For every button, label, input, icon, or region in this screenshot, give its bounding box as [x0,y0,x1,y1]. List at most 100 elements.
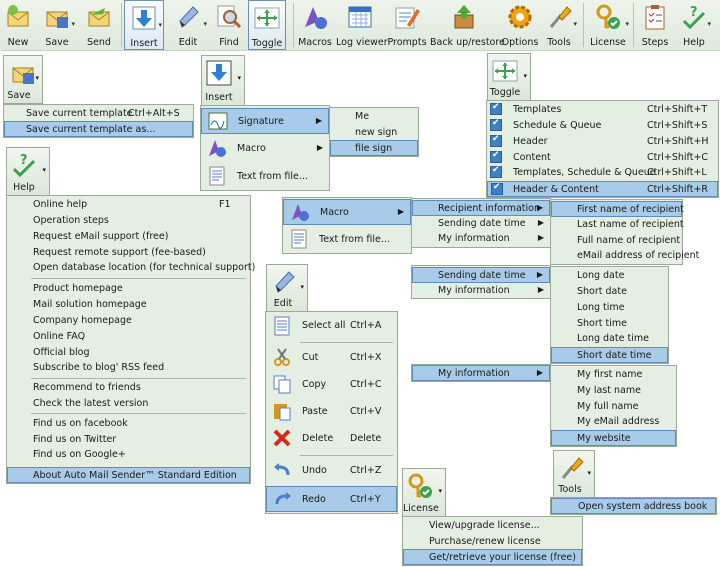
find-button[interactable]: Find [210,0,248,50]
menu-item-product-homepage[interactable]: Product homepage [7,281,250,297]
menu-item-short-time[interactable]: Short time [551,316,668,332]
save-button[interactable]: Save ▾ [38,0,76,50]
menu-item-check-version[interactable]: Check the latest version [7,396,250,412]
prompts-button[interactable]: Prompts [386,0,428,50]
menu-item-text-from-file[interactable]: Text from file... [201,164,329,190]
checkbox-checked-icon[interactable] [491,182,503,195]
menu-item-macro[interactable]: Macro ▶ [283,199,411,225]
menu-item-sending-date-time[interactable]: Sending date time ▶ [412,216,550,232]
menu-item-text-from-file[interactable]: Text from file... [283,227,411,253]
toggle-item-header-content[interactable]: Header & ContentCtrl+Shift+R [487,181,718,197]
menu-item-sign-new[interactable]: new sign [330,125,418,141]
macros-button[interactable]: Macros [296,0,334,50]
chevron-down-icon[interactable]: ▾ [300,283,304,291]
menu-item-cut[interactable]: Cut Ctrl+X [266,345,397,371]
menu-item-remote-support[interactable]: Request remote support (fee-based) [7,245,250,261]
menu-item-company-homepage[interactable]: Company homepage [7,313,250,329]
menu-item-sign-file[interactable]: file sign [330,140,418,156]
menu-item-redo[interactable]: Redo Ctrl+Y [266,486,397,512]
menu-item-sending-date-time[interactable]: Sending date time ▶ [412,267,550,283]
toggle-item-templates[interactable]: TemplatesCtrl+Shift+T [487,102,718,118]
menu-item-twitter[interactable]: Find us on Twitter [7,432,250,448]
toggle-item-templates-schedule-queue[interactable]: Templates, Schedule & QueueCtrl+Shift+L [487,165,718,181]
chevron-down-icon[interactable]: ▾ [71,20,75,28]
chevron-down-icon[interactable]: ▾ [707,20,711,28]
help-button[interactable]: ? Help ▾ [676,0,712,50]
menu-item-recipient-email[interactable]: eMail address of recipient [551,248,699,264]
menu-item-my-last-name[interactable]: My last name [551,383,676,399]
menu-item-long-time[interactable]: Long time [551,300,668,316]
tools-button[interactable]: Tools ▾ [540,0,578,50]
chevron-down-icon[interactable]: ▾ [438,487,442,495]
license-button[interactable]: License ▾ [586,0,630,50]
menu-item-my-information[interactable]: My information ▶ [412,365,550,381]
menu-item-view-upgrade-license[interactable]: View/upgrade license... [403,518,582,534]
help-dropdown-button[interactable]: ? ▾ Help [6,147,50,196]
menu-item-short-date-time[interactable]: Short date time [551,347,668,363]
steps-button[interactable]: Steps [636,0,674,50]
menu-item-my-information[interactable]: My information ▶ [412,231,550,247]
menu-item-open-address-book[interactable]: Open system address book [551,498,716,514]
checkbox-checked-icon[interactable] [490,150,502,163]
menu-item-my-email[interactable]: My eMail address [551,414,676,430]
chevron-down-icon[interactable]: ▾ [523,72,527,80]
menu-item-email-support[interactable]: Request eMail support (free) [7,229,250,245]
checkbox-checked-icon[interactable] [490,165,502,178]
menu-item-open-database[interactable]: Open database location (for technical su… [7,260,255,276]
menu-item-save-template-as[interactable]: Save current template as... [4,121,193,137]
send-button[interactable]: Send [80,0,118,50]
menu-item-signature[interactable]: Signature ▶ [201,108,329,134]
menu-item-sign-me[interactable]: Me [330,109,418,125]
menu-item-my-information[interactable]: My information ▶ [412,283,550,299]
insert-dropdown-button[interactable]: ▾ Insert [201,55,245,106]
toggle-item-schedule-queue[interactable]: Schedule & QueueCtrl+Shift+S [487,118,718,134]
checkbox-checked-icon[interactable] [490,102,502,115]
menu-item-official-blog[interactable]: Official blog [7,345,250,361]
menu-item-operation-steps[interactable]: Operation steps [7,213,250,229]
menu-item-delete[interactable]: Delete Delete [266,426,397,452]
toggle-item-content[interactable]: ContentCtrl+Shift+C [487,150,718,166]
menu-item-about[interactable]: About Auto Mail Sender™ Standard Edition [7,467,250,483]
chevron-down-icon[interactable]: ▾ [625,20,629,28]
chevron-down-icon[interactable]: ▾ [587,469,591,477]
menu-item-recipient-information[interactable]: Recipient information ▶ [412,200,550,216]
chevron-down-icon[interactable]: ▾ [158,21,162,29]
menu-item-online-help[interactable]: Online help F1 [7,197,250,213]
menu-item-long-date-time[interactable]: Long date time [551,331,668,347]
menu-item-recommend[interactable]: Recommend to friends [7,380,250,396]
chevron-down-icon[interactable]: ▾ [203,20,207,28]
menu-item-select-all[interactable]: Select all Ctrl+A [266,313,397,339]
menu-item-recipient-last-name[interactable]: Last name of recipient [551,217,684,233]
menu-item-purchase-renew-license[interactable]: Purchase/renew license [403,534,582,550]
insert-button[interactable]: Insert ▾ [124,0,164,50]
edit-button[interactable]: Edit ▾ [168,0,208,50]
menu-item-google-plus[interactable]: Find us on Google+ [7,447,250,463]
menu-item-recipient-full-name[interactable]: Full name of recipient [551,233,682,249]
menu-item-online-faq[interactable]: Online FAQ [7,329,250,345]
toggle-button[interactable]: Toggle [248,0,286,50]
backup-restore-button[interactable]: Back up/restore [430,0,505,50]
checkbox-checked-icon[interactable] [490,134,502,147]
menu-item-macro[interactable]: Macro ▶ [201,136,329,162]
save-dropdown-button[interactable]: ▾ Save [3,55,43,104]
chevron-down-icon[interactable]: ▾ [35,74,39,82]
menu-item-my-website[interactable]: My website [551,430,676,446]
menu-item-recipient-first-name[interactable]: First name of recipient [551,201,684,217]
chevron-down-icon[interactable]: ▾ [237,74,241,82]
menu-item-long-date[interactable]: Long date [551,268,668,284]
menu-item-facebook[interactable]: Find us on facebook [7,416,250,432]
menu-item-undo[interactable]: Undo Ctrl+Z [266,458,397,484]
menu-item-save-template[interactable]: Save current template Ctrl+Alt+S [4,106,193,122]
menu-item-my-first-name[interactable]: My first name [551,367,676,383]
checkbox-checked-icon[interactable] [490,118,502,131]
chevron-down-icon[interactable]: ▾ [42,166,46,174]
menu-item-mail-solution-homepage[interactable]: Mail solution homepage [7,297,250,313]
menu-item-blog-rss[interactable]: Subscribe to blog' RSS feed [7,360,250,376]
edit-dropdown-button[interactable]: ▾ Edit [266,264,308,312]
new-button[interactable]: New [0,0,36,50]
toggle-dropdown-button[interactable]: ▾ Toggle [487,53,531,101]
log-viewer-button[interactable]: Log viewer [336,0,388,50]
tools-dropdown-button[interactable]: ▾ Tools [553,450,595,498]
menu-item-copy[interactable]: Copy Ctrl+C [266,372,397,398]
menu-item-my-full-name[interactable]: My full name [551,399,676,415]
